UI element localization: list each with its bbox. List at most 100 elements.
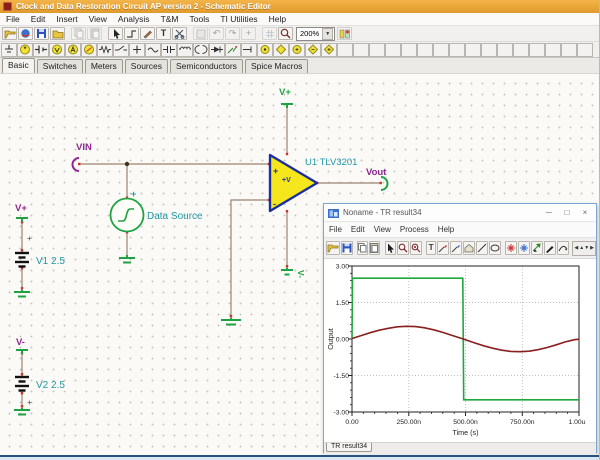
title-bar[interactable]: Clock and Data Restoration Circuit AP ve… bbox=[0, 0, 599, 13]
component-source-circle-2[interactable] bbox=[289, 43, 305, 57]
tab-meters[interactable]: Meters bbox=[85, 59, 123, 73]
rw-menu-file[interactable]: File bbox=[329, 225, 342, 234]
wire-tool[interactable] bbox=[124, 27, 139, 40]
component-inductor[interactable] bbox=[177, 43, 193, 57]
open-web-button[interactable] bbox=[18, 27, 33, 40]
component-ground[interactable] bbox=[1, 43, 17, 57]
rw-cursor-b-tool[interactable] bbox=[518, 241, 530, 255]
menu-view[interactable]: View bbox=[89, 14, 107, 24]
component-source-diamond-3[interactable] bbox=[321, 43, 337, 57]
schematic-canvas[interactable]: VIN + Data Source V+ + V1 2.5 bbox=[0, 74, 600, 455]
tab-switches[interactable]: Switches bbox=[37, 59, 83, 73]
component-resistor[interactable] bbox=[97, 43, 113, 57]
menu-help[interactable]: Help bbox=[269, 14, 286, 24]
vout-connector[interactable] bbox=[381, 177, 388, 190]
v1-battery-symbol[interactable] bbox=[15, 253, 29, 267]
component-switch[interactable] bbox=[113, 43, 129, 57]
net-label-vminus-left[interactable]: V- bbox=[16, 337, 25, 348]
rw-menu-process[interactable]: Process bbox=[400, 225, 429, 234]
ground-minus-input[interactable] bbox=[221, 318, 241, 325]
result-window[interactable]: Noname - TR result34 ─ □ × File Edit Vie… bbox=[323, 203, 597, 453]
tab-spice-macros[interactable]: Spice Macros bbox=[245, 59, 309, 73]
open-button[interactable] bbox=[2, 27, 17, 40]
menu-analysis[interactable]: Analysis bbox=[118, 14, 150, 24]
rw-pen-tool[interactable] bbox=[544, 241, 556, 255]
draw-tool[interactable] bbox=[140, 27, 155, 40]
v1-label[interactable]: V1 2.5 bbox=[36, 256, 65, 267]
rw-copy-button[interactable] bbox=[357, 241, 368, 255]
component-ammeter[interactable] bbox=[65, 43, 81, 57]
component-meter[interactable] bbox=[81, 43, 97, 57]
component-transistor[interactable] bbox=[225, 43, 241, 57]
rw-menu-help[interactable]: Help bbox=[438, 225, 454, 234]
interactive-mode-button[interactable] bbox=[337, 27, 352, 40]
data-source-component[interactable]: + Data Source bbox=[111, 189, 204, 232]
folder-button[interactable] bbox=[50, 27, 65, 40]
tab-basic[interactable]: Basic bbox=[2, 58, 35, 73]
net-label-vplus-left[interactable]: V+ bbox=[15, 203, 27, 214]
rw-menu-view[interactable]: View bbox=[374, 225, 391, 234]
close-button[interactable]: × bbox=[578, 209, 592, 217]
component-source-diamond-2[interactable] bbox=[305, 43, 321, 57]
rw-paste-button[interactable] bbox=[369, 241, 380, 255]
opamp-vplus-rail-label[interactable]: V+ bbox=[279, 87, 291, 98]
page-stepper[interactable]: ◀ ▲▼ ▶ bbox=[572, 241, 596, 256]
component-battery[interactable] bbox=[33, 43, 49, 57]
copy-button[interactable] bbox=[71, 27, 86, 40]
zoom-tool[interactable] bbox=[278, 27, 293, 40]
v2-battery-symbol[interactable] bbox=[15, 377, 29, 391]
net-label-vout[interactable]: Vout bbox=[366, 167, 387, 178]
rw-save-button[interactable] bbox=[341, 241, 353, 255]
text-tool[interactable]: T bbox=[156, 27, 171, 40]
component-probe[interactable] bbox=[241, 43, 257, 57]
net-label-vin[interactable]: VIN bbox=[76, 142, 92, 153]
minimize-button[interactable]: ─ bbox=[542, 209, 556, 217]
ground-data-source[interactable] bbox=[119, 255, 135, 263]
menu-ti-utilities[interactable]: TI Utilities bbox=[220, 14, 257, 24]
rw-menu-edit[interactable]: Edit bbox=[351, 225, 365, 234]
menu-tm[interactable]: T&M bbox=[161, 14, 179, 24]
save-button[interactable] bbox=[34, 27, 49, 40]
redo-button[interactable]: ↷ bbox=[225, 27, 240, 40]
opamp-ref-label[interactable]: U1 TLV3201 bbox=[305, 157, 357, 168]
v2-label[interactable]: V2 2.5 bbox=[36, 380, 65, 391]
tab-tr-result34[interactable]: TR result34 bbox=[326, 443, 372, 452]
tab-semiconductors[interactable]: Semiconductors bbox=[170, 59, 243, 73]
component-diode[interactable] bbox=[209, 43, 225, 57]
component-voltage-source[interactable] bbox=[17, 43, 33, 57]
rw-probe-a-tool[interactable] bbox=[437, 241, 449, 255]
box-tool[interactable] bbox=[193, 27, 208, 40]
rw-ellipse-tool[interactable] bbox=[489, 241, 501, 255]
component-capacitor[interactable] bbox=[161, 43, 177, 57]
data-source-label[interactable]: Data Source bbox=[147, 211, 203, 222]
opamp-vminus-rail-label[interactable]: V- bbox=[296, 270, 306, 278]
menu-edit[interactable]: Edit bbox=[31, 14, 46, 24]
component-voltmeter[interactable] bbox=[49, 43, 65, 57]
rw-probe-b-tool[interactable] bbox=[450, 241, 462, 255]
rw-interpolate-tool[interactable] bbox=[557, 241, 569, 255]
rw-annotate-tool[interactable] bbox=[463, 241, 475, 255]
tab-sources[interactable]: Sources bbox=[125, 59, 168, 73]
undo-button[interactable]: ↶ bbox=[209, 27, 224, 40]
menu-insert[interactable]: Insert bbox=[56, 14, 77, 24]
select-tool[interactable] bbox=[108, 27, 123, 40]
rw-zoom-tool[interactable] bbox=[397, 241, 409, 255]
component-transformer[interactable] bbox=[193, 43, 209, 57]
rw-trace-arrows-tool[interactable] bbox=[531, 241, 543, 255]
vplus-jumper[interactable] bbox=[16, 218, 28, 222]
rw-select-tool[interactable] bbox=[385, 241, 396, 255]
ground-opamp-supply[interactable] bbox=[281, 268, 293, 275]
ground-v2[interactable] bbox=[14, 408, 30, 415]
grid-toggle[interactable] bbox=[262, 27, 277, 40]
opamp-vplus-jumper[interactable] bbox=[281, 104, 293, 108]
component-source-circle-1[interactable] bbox=[257, 43, 273, 57]
rw-open-button[interactable] bbox=[326, 241, 340, 255]
ground-v1[interactable] bbox=[14, 290, 30, 297]
stepper-right-icon[interactable]: ▶ bbox=[590, 245, 594, 251]
menu-tools[interactable]: Tools bbox=[190, 14, 210, 24]
paste-button[interactable] bbox=[87, 27, 102, 40]
maximize-button[interactable]: □ bbox=[560, 209, 574, 217]
component-controlled-source[interactable] bbox=[145, 43, 161, 57]
rw-cursor-a-tool[interactable] bbox=[505, 241, 517, 255]
stepper-updown-icon[interactable]: ▲▼ bbox=[579, 245, 589, 251]
